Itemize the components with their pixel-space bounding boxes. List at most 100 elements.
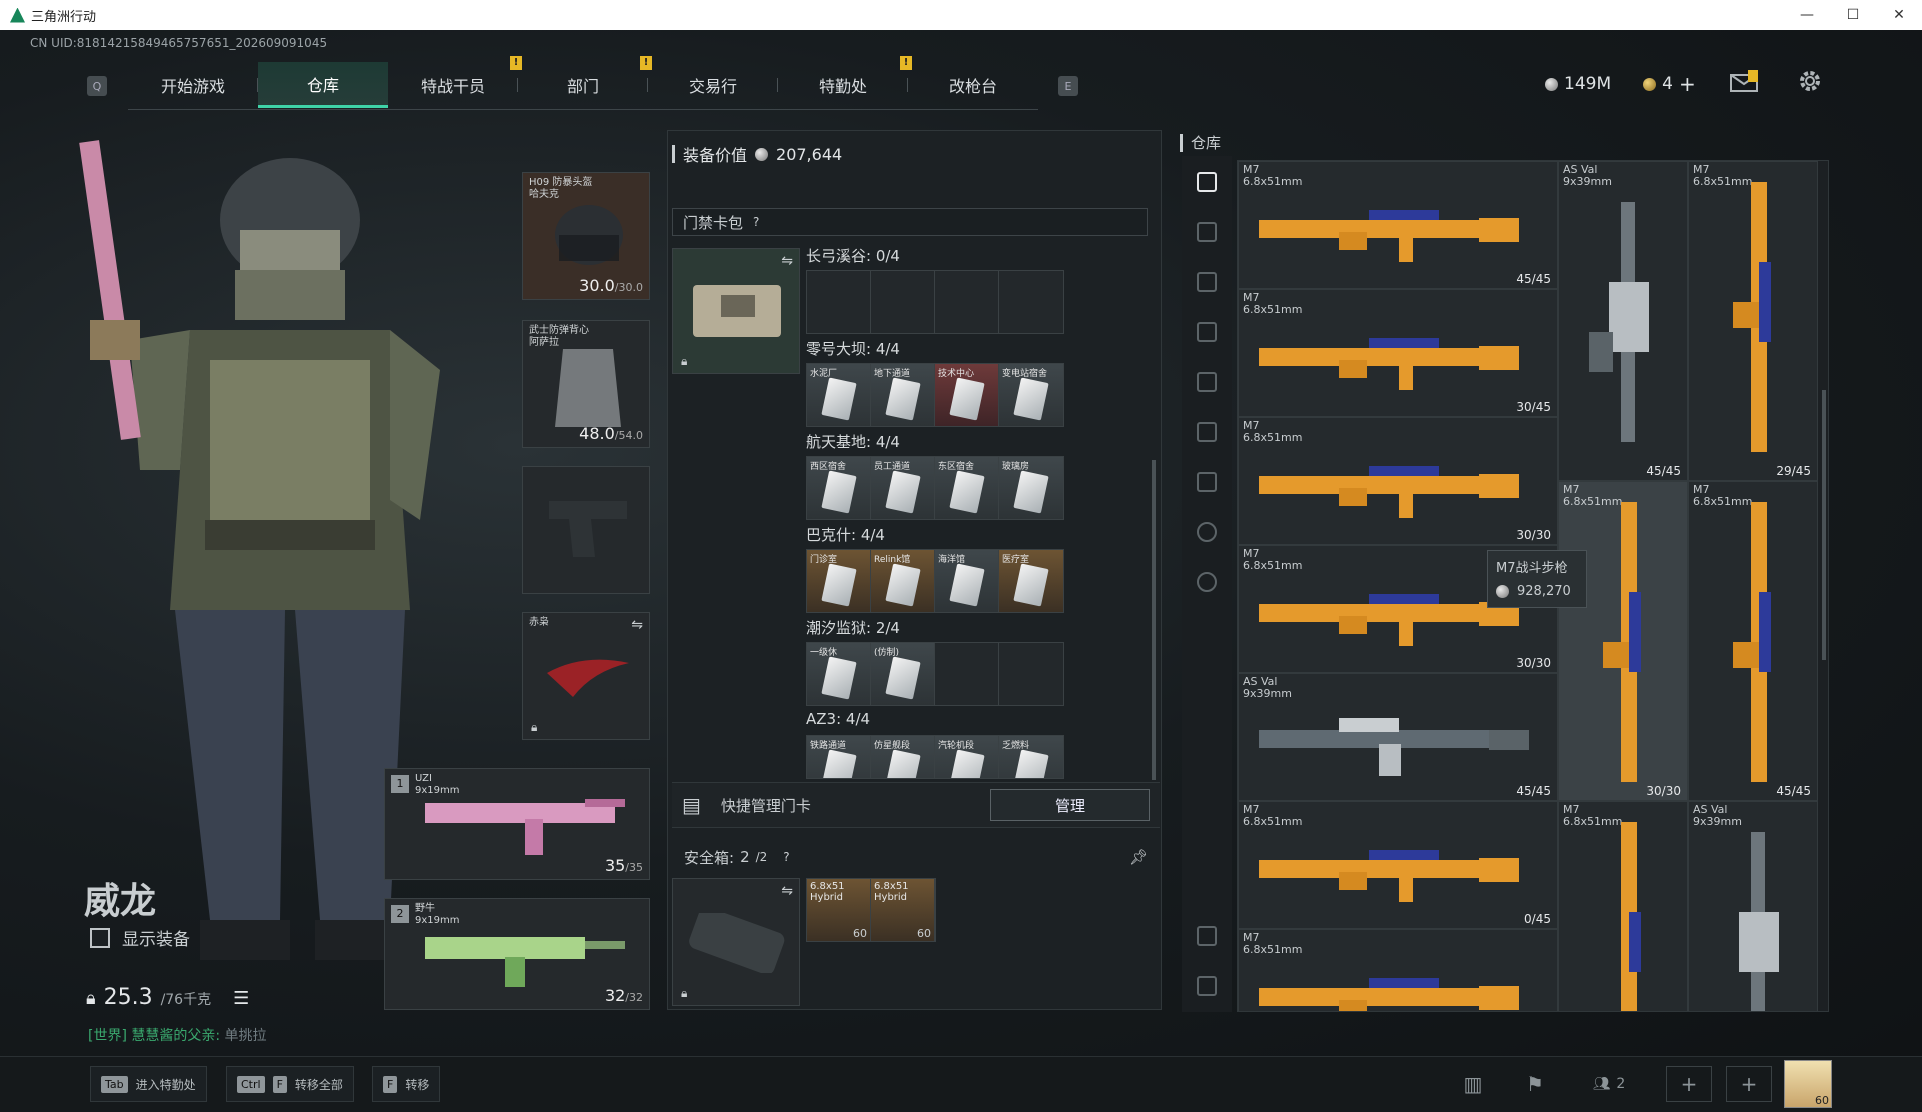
friends-button[interactable]: 👥︎ 2 <box>1574 1066 1644 1102</box>
stats-chart-icon[interactable]: ▥ <box>1450 1066 1496 1102</box>
keycard[interactable]: (仿制) <box>871 643 935 705</box>
settings-gear-icon[interactable] <box>1797 68 1823 94</box>
weapon-item[interactable]: AS Val 9x39mm <box>1688 801 1818 1011</box>
tab-label: 部门 <box>566 77 599 96</box>
keycard[interactable]: 变电站宿舍 <box>999 364 1063 426</box>
safebox-slot[interactable]: ⇋ 🔒︎ <box>672 878 800 1006</box>
weapon-item[interactable]: M7 6.8x51mm 0/45 <box>1238 801 1558 929</box>
mail-icon[interactable] <box>1730 70 1760 92</box>
minimize-button[interactable]: — <box>1784 0 1830 30</box>
nav-next-key[interactable]: E <box>1058 76 1078 96</box>
show-equipment-checkbox[interactable] <box>90 927 110 948</box>
pistol-slot-empty[interactable] <box>522 466 650 594</box>
keycard[interactable]: 仿星舰段 <box>871 736 935 778</box>
show-equipment-toggle[interactable]: 显示装备 <box>90 925 190 950</box>
value-amount: 207,644 <box>776 144 843 164</box>
hotkey-enter-special-ops[interactable]: Tab 进入特勤处 <box>90 1066 207 1102</box>
card-slot-empty[interactable] <box>871 271 935 333</box>
ammo-box[interactable]: 6.8x51 Hybrid 60 <box>871 879 935 941</box>
weapon-item[interactable]: M7 6.8x51mm <box>1238 929 1558 1011</box>
weapon-item[interactable]: M7 6.8x51mm 45/45 <box>1238 161 1558 289</box>
card-slot-empty[interactable] <box>999 271 1063 333</box>
helmet-slot[interactable]: H09 防暴头盔 哈夫克 30.0/30.0 <box>522 172 650 300</box>
keycard[interactable]: 玻璃房 <box>999 457 1063 519</box>
swap-icon[interactable]: ⇋ <box>631 617 643 633</box>
close-button[interactable]: ✕ <box>1876 0 1922 30</box>
keycard[interactable]: 水泥厂 <box>807 364 871 426</box>
layers-icon[interactable] <box>1197 926 1217 946</box>
add-currency-button[interactable]: + <box>1679 72 1696 96</box>
weapon-item[interactable]: M7 6.8x51mm 45/45 <box>1688 481 1818 801</box>
keycard[interactable]: 乏燃料 <box>999 736 1063 778</box>
keycard[interactable]: 一级休 <box>807 643 871 705</box>
invite-slot-1[interactable]: + <box>1666 1066 1712 1102</box>
primary-weapon-slot[interactable]: 1 UZI 9x19mm 35/35 <box>384 768 650 880</box>
secondary-weapon-slot[interactable]: 2 野牛 9x19mm 32/32 <box>384 898 650 1010</box>
keycard[interactable]: 医疗室 <box>999 550 1063 612</box>
warehouse-scrollbar[interactable] <box>1822 390 1826 660</box>
lock-icon[interactable] <box>1197 522 1217 542</box>
melee-slot[interactable]: 赤枭 ⇋ 🔒︎ <box>522 612 650 740</box>
maximize-button[interactable]: ☐ <box>1830 0 1876 30</box>
card-slot-empty[interactable] <box>935 271 999 333</box>
world-chat-line[interactable]: [世界] 慧慧酱的父亲: 单挑拉 <box>88 1025 267 1045</box>
weapon-item[interactable]: M7 6.8x51mm 30/30 <box>1238 417 1558 545</box>
keycard[interactable]: 西区宿舍 <box>807 457 871 519</box>
weapon-item[interactable]: M7 6.8x51mm 30/30 <box>1558 481 1688 801</box>
help-icon[interactable]: ? <box>783 850 789 864</box>
tab-special-ops[interactable]: 特勤处! <box>778 56 912 108</box>
warehouse-home-icon[interactable] <box>1197 172 1217 192</box>
tab-trading[interactable]: 交易行 <box>648 62 778 108</box>
swap-icon[interactable]: ⇋ <box>781 253 793 269</box>
tab-operators[interactable]: 特战干员! <box>388 56 522 108</box>
card-slot-empty[interactable] <box>807 271 871 333</box>
gear-icon[interactable] <box>1197 572 1217 592</box>
list-icon[interactable]: ☰ <box>233 988 249 1009</box>
manage-button[interactable]: 管理 <box>990 789 1150 821</box>
warehouse-page-2-icon[interactable] <box>1197 272 1217 292</box>
keycard[interactable]: 东区宿舍 <box>935 457 999 519</box>
tab-department[interactable]: 部门! <box>518 56 652 108</box>
ammo-box[interactable]: 6.8x51 Hybrid 60 <box>807 879 871 941</box>
keycard-row-spacebase: 西区宿舍 员工通道 东区宿舍 玻璃房 <box>806 456 1064 520</box>
swap-icon[interactable]: ⇋ <box>781 883 793 899</box>
item-tooltip: M7战斗步枪 928,270 <box>1487 550 1587 608</box>
weapon-item[interactable]: M7 6.8x51mm <box>1558 801 1688 1011</box>
flag-icon[interactable]: ⚑ <box>1512 1066 1558 1102</box>
keycard[interactable]: Relink馆 <box>871 550 935 612</box>
armor-slot[interactable]: 武士防弹背心 阿萨拉 48.0/54.0 <box>522 320 650 448</box>
quick-manage-label: 快捷管理门卡 <box>720 796 811 815</box>
keycard[interactable]: 铁路通道 <box>807 736 871 778</box>
weapon-item[interactable]: AS Val 9x39mm 45/45 <box>1238 673 1558 801</box>
tab-warehouse[interactable]: 仓库 <box>258 62 388 108</box>
hotkey-transfer-all[interactable]: Ctrl F 转移全部 <box>226 1066 354 1102</box>
keycard[interactable]: 员工通道 <box>871 457 935 519</box>
warehouse-page-4-icon[interactable] <box>1197 372 1217 392</box>
weapon-item[interactable]: M7 6.8x51mm 30/45 <box>1238 289 1558 417</box>
help-icon[interactable]: ? <box>753 215 759 229</box>
player-avatar[interactable]: 60 <box>1784 1060 1832 1108</box>
tab-gunsmith[interactable]: 改枪台 <box>908 62 1038 108</box>
warehouse-page-1-icon[interactable] <box>1197 222 1217 242</box>
card-slot-empty[interactable] <box>999 643 1063 705</box>
keycard-pack-slot[interactable]: ⇋ 🔒︎ <box>672 248 800 374</box>
sort-icon[interactable] <box>1197 976 1217 996</box>
keycard[interactable]: 海洋馆 <box>935 550 999 612</box>
weapon-item[interactable]: M7 6.8x51mm 29/45 <box>1688 161 1818 481</box>
pin-icon[interactable]: 📌︎ <box>1129 848 1148 866</box>
keycard[interactable]: 技术中心 <box>935 364 999 426</box>
warehouse-page-6-icon[interactable] <box>1197 472 1217 492</box>
card-slot-empty[interactable] <box>935 643 999 705</box>
hotkey-transfer[interactable]: F 转移 <box>372 1066 441 1102</box>
tab-start-game[interactable]: 开始游戏 <box>128 62 258 108</box>
lock-icon: 🔒︎ <box>86 988 96 1009</box>
invite-slot-2[interactable]: + <box>1726 1066 1772 1102</box>
keycard[interactable]: 门诊室 <box>807 550 871 612</box>
weapon-item[interactable]: AS Val 9x39mm 45/45 <box>1558 161 1688 481</box>
keycard-scrollbar[interactable] <box>1152 460 1156 780</box>
nav-prev-key[interactable]: Q <box>87 76 107 96</box>
warehouse-page-5-icon[interactable] <box>1197 422 1217 442</box>
keycard[interactable]: 地下通道 <box>871 364 935 426</box>
warehouse-page-3-icon[interactable] <box>1197 322 1217 342</box>
keycard[interactable]: 汽轮机段 <box>935 736 999 778</box>
